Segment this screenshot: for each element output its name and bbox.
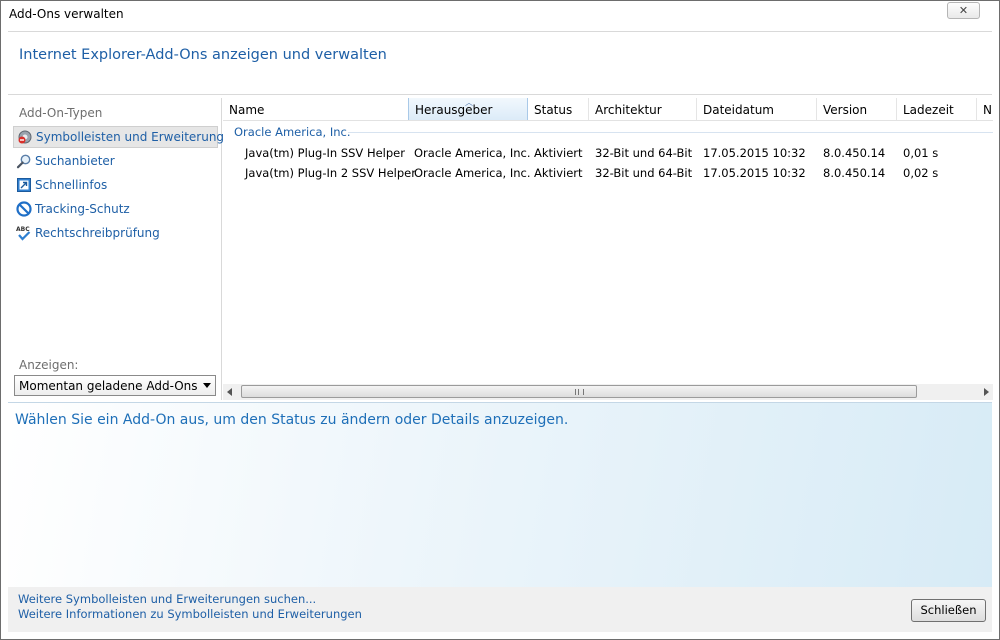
sidebar-item-tracking-protection[interactable]: Tracking-Schutz — [13, 198, 218, 220]
close-icon: ✕ — [958, 4, 969, 17]
column-header-navigation[interactable]: N — [977, 98, 993, 120]
accelerator-icon — [17, 178, 31, 192]
sidebar-item-label: Symbolleisten und Erweiterungen — [36, 130, 240, 144]
column-header-status[interactable]: Status — [528, 98, 589, 120]
cell-load-time: 0,01 s — [903, 146, 939, 160]
sidebar: Add-On-Typen Symbolleisten und Erweiteru… — [8, 98, 239, 400]
header-panel: Internet Explorer-Add-Ons anzeigen und v… — [8, 31, 992, 95]
cell-load-time: 0,02 s — [903, 166, 939, 180]
sidebar-item-search-providers[interactable]: Suchanbieter — [13, 150, 218, 172]
cell-architecture: 32-Bit und 64-Bit — [595, 166, 693, 180]
sidebar-item-label: Suchanbieter — [35, 154, 115, 168]
sort-ascending-icon: ︿ — [465, 98, 473, 107]
scrollbar-thumb[interactable] — [241, 385, 917, 398]
find-more-toolbars-link[interactable]: Weitere Symbolleisten und Erweiterungen … — [18, 592, 316, 606]
search-icon — [16, 154, 31, 169]
cell-file-date: 17.05.2015 10:32 — [703, 146, 806, 160]
column-header-label: Herausgeber — [415, 103, 493, 117]
sidebar-item-label: Tracking-Schutz — [35, 202, 130, 216]
sidebar-heading: Add-On-Typen — [19, 106, 103, 120]
group-header: Oracle America, Inc. — [234, 125, 351, 139]
column-header-publisher[interactable]: ︿ Herausgeber — [408, 98, 528, 120]
tracking-protection-icon — [16, 201, 32, 217]
grip-icon — [575, 389, 584, 395]
spelling-check-icon: ABC — [16, 226, 31, 241]
window-close-button[interactable]: ✕ — [947, 2, 980, 19]
sidebar-item-accelerators[interactable]: Schnellinfos — [13, 174, 218, 196]
column-header-load-time[interactable]: Ladezeit — [897, 98, 977, 120]
column-header-name[interactable]: Name — [223, 98, 409, 120]
column-header-version[interactable]: Version — [817, 98, 897, 120]
addons-list: Name ︿ Herausgeber Status Architektur Da… — [223, 98, 993, 400]
sidebar-item-toolbars-extensions[interactable]: Symbolleisten und Erweiterungen — [13, 126, 239, 148]
details-prompt: Wählen Sie ein Add-On aus, um den Status… — [15, 412, 569, 428]
sidebar-item-label: Rechtschreibprüfung — [35, 226, 160, 240]
show-filter-value: Momentan geladene Add-Ons — [19, 379, 198, 393]
chevron-down-icon — [203, 383, 211, 388]
page-title: Internet Explorer-Add-Ons anzeigen und v… — [19, 47, 387, 63]
addons-dialog: Add-Ons verwalten ✕ Internet Explorer-Ad… — [0, 0, 1000, 640]
scroll-right-icon[interactable] — [984, 388, 989, 396]
cell-version: 8.0.450.14 — [823, 146, 886, 160]
show-filter-label: Anzeigen: — [19, 358, 79, 372]
window-title: Add-Ons verwalten — [9, 7, 124, 21]
cell-publisher: Oracle America, Inc. — [414, 166, 531, 180]
cell-version: 8.0.450.14 — [823, 166, 886, 180]
scroll-left-icon[interactable] — [227, 388, 232, 396]
cell-name: Java(tm) Plug-In 2 SSV Helper — [245, 166, 416, 180]
column-header-file-date[interactable]: Dateidatum — [697, 98, 817, 120]
group-divider — [348, 132, 993, 133]
details-panel: Wählen Sie ein Add-On aus, um den Status… — [8, 402, 992, 588]
horizontal-scrollbar[interactable] — [223, 384, 993, 400]
title-bar: Add-Ons verwalten ✕ — [1, 1, 999, 27]
close-button[interactable]: Schließen — [911, 599, 986, 622]
toolbar-extensions-icon — [18, 130, 32, 144]
footer: Weitere Symbolleisten und Erweiterungen … — [8, 587, 992, 632]
header-divider — [223, 120, 993, 121]
cell-file-date: 17.05.2015 10:32 — [703, 166, 806, 180]
cell-architecture: 32-Bit und 64-Bit — [595, 146, 693, 160]
column-header-architecture[interactable]: Architektur — [589, 98, 697, 120]
cell-publisher: Oracle America, Inc. — [414, 146, 531, 160]
sidebar-item-spelling-correction[interactable]: ABC Rechtschreibprüfung — [13, 222, 218, 244]
sidebar-item-label: Schnellinfos — [35, 178, 108, 192]
learn-more-toolbars-link[interactable]: Weitere Informationen zu Symbolleisten u… — [18, 607, 362, 621]
show-filter-dropdown[interactable]: Momentan geladene Add-Ons — [14, 375, 216, 396]
cell-status: Aktiviert — [534, 146, 583, 160]
cell-status: Aktiviert — [534, 166, 583, 180]
cell-name: Java(tm) Plug-In SSV Helper — [245, 146, 405, 160]
